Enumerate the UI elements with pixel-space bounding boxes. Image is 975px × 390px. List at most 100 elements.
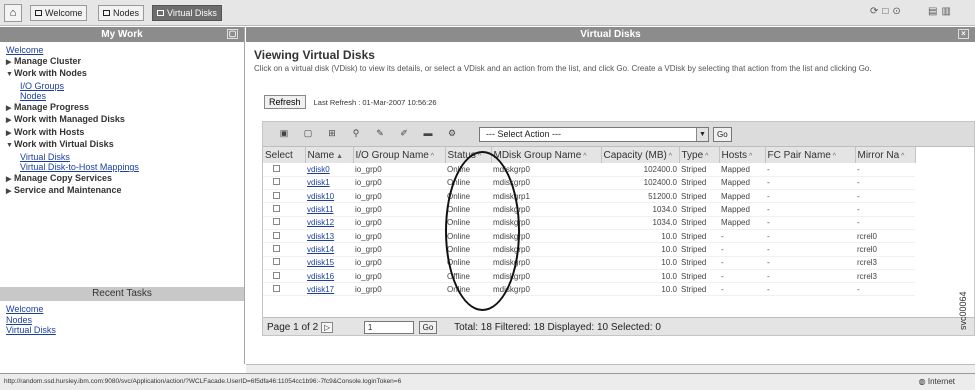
capacity-cell: 10.0 xyxy=(601,229,679,244)
mirror-cell: rcrel0 xyxy=(855,229,915,244)
horizontal-scrollbar[interactable] xyxy=(246,364,975,373)
column-header[interactable]: Name ▲ xyxy=(305,147,354,163)
tab-welcome[interactable]: Welcome xyxy=(30,5,88,21)
nav-managed-disks[interactable]: ▶ Work with Managed Disks xyxy=(6,114,238,127)
vdisk-name-link[interactable]: vdisk10 xyxy=(307,192,334,201)
nav-manage-progress[interactable]: ▶ Manage Progress xyxy=(6,102,238,115)
close-icon[interactable]: × xyxy=(958,29,969,39)
row-checkbox[interactable] xyxy=(273,271,280,279)
column-header-label: MDisk Group Name xyxy=(493,149,582,161)
nav-io-groups[interactable]: I/O Groups xyxy=(6,81,238,92)
select-all-icon[interactable]: ▣ xyxy=(277,127,291,141)
nav-manage-cluster[interactable]: ▶ Manage Cluster xyxy=(6,56,238,69)
nav-welcome[interactable]: Welcome xyxy=(6,45,238,56)
nav-service-maintenance[interactable]: ▶ Service and Maintenance xyxy=(6,185,238,198)
collapse-icon[interactable]: ▢ xyxy=(227,29,238,39)
row-checkbox[interactable] xyxy=(273,244,280,252)
column-header[interactable]: Type ^ xyxy=(679,147,720,163)
nav-virtual-disks-group[interactable]: ▼Work with Virtual Disks xyxy=(6,139,238,152)
tab-nodes[interactable]: Nodes xyxy=(98,5,145,21)
layout-icons[interactable]: ▤▥ xyxy=(928,6,955,17)
go-button[interactable]: Go xyxy=(713,127,732,142)
page-number-input[interactable]: 1 xyxy=(363,320,414,334)
filter-icon[interactable]: ⚲ xyxy=(349,127,363,141)
recent-virtual-disks[interactable]: Virtual Disks xyxy=(6,325,238,336)
name-cell[interactable]: vdisk1 xyxy=(305,176,353,191)
capacity-cell: 10.0 xyxy=(601,269,679,284)
select-cell xyxy=(263,229,305,244)
vdisk-name-link[interactable]: vdisk1 xyxy=(307,178,330,187)
hosts-cell: Mapped xyxy=(719,189,765,204)
row-checkbox[interactable] xyxy=(273,258,280,266)
column-header[interactable]: FC Pair Name ^ xyxy=(765,147,856,163)
nav-nodes[interactable]: Nodes xyxy=(6,91,238,102)
column-header[interactable]: Hosts ^ xyxy=(719,147,766,163)
column-header[interactable]: Select xyxy=(263,147,306,163)
nav-tree: Welcome ▶ Manage Cluster ▼Work with Nodes… xyxy=(0,42,244,201)
vdisk-name-link[interactable]: vdisk14 xyxy=(307,245,334,254)
nav-hosts[interactable]: ▶ Work with Hosts xyxy=(6,127,238,140)
column-header[interactable]: MDisk Group Name ^ xyxy=(491,147,602,163)
refresh-button[interactable]: Refresh xyxy=(264,95,306,109)
show-filter-icon[interactable]: ⊞ xyxy=(325,127,339,141)
nav-copy-services[interactable]: ▶ Manage Copy Services xyxy=(6,173,238,186)
nav-virtual-disks[interactable]: Virtual Disks xyxy=(6,152,238,163)
sort-icon[interactable]: ^ xyxy=(429,153,434,160)
name-cell[interactable]: vdisk11 xyxy=(305,202,353,217)
row-checkbox[interactable] xyxy=(273,231,280,239)
nav-vdisk-host-mappings[interactable]: Virtual Disk-to-Host Mappings xyxy=(6,162,238,173)
edit-sort-icon[interactable]: ✎ xyxy=(373,127,387,141)
column-header[interactable]: Capacity (MB) ^ xyxy=(601,147,680,163)
row-checkbox[interactable] xyxy=(273,284,280,292)
collapse-table-icon[interactable]: ▬ xyxy=(421,127,435,141)
column-header-label: FC Pair Name xyxy=(767,149,831,161)
column-header[interactable]: I/O Group Name ^ xyxy=(353,147,446,163)
sort-icon[interactable]: ^ xyxy=(831,153,836,160)
sort-icon[interactable]: ^ xyxy=(667,153,672,160)
sort-icon[interactable]: ^ xyxy=(899,153,904,160)
tab-virtual-disks[interactable]: Virtual Disks xyxy=(152,5,222,21)
column-settings-icon[interactable]: ⚙ xyxy=(445,127,459,141)
name-cell[interactable]: vdisk10 xyxy=(305,189,353,204)
window-controls-icons[interactable]: ⟳□⊙ xyxy=(870,6,905,17)
name-cell[interactable]: vdisk0 xyxy=(305,163,353,177)
sort-icon[interactable]: ^ xyxy=(703,153,708,160)
recent-nodes[interactable]: Nodes xyxy=(6,315,238,326)
row-checkbox[interactable] xyxy=(273,178,280,186)
vdisk-name-link[interactable]: vdisk11 xyxy=(307,205,334,214)
row-checkbox[interactable] xyxy=(273,205,280,213)
vdisk-name-link[interactable]: vdisk16 xyxy=(307,272,334,281)
deselect-all-icon[interactable]: ▢ xyxy=(301,127,315,141)
mirror-cell: - xyxy=(855,163,915,177)
vdisk-name-link[interactable]: vdisk0 xyxy=(307,165,330,174)
select-action-dropdown[interactable]: --- Select Action --- ▼ xyxy=(479,127,709,142)
mirror-cell: - xyxy=(855,282,915,297)
row-checkbox[interactable] xyxy=(273,218,280,226)
nav-work-with-nodes[interactable]: ▼Work with Nodes xyxy=(6,68,238,81)
name-cell[interactable]: vdisk13 xyxy=(305,229,353,244)
name-cell[interactable]: vdisk15 xyxy=(305,256,353,270)
sort-ascending-icon[interactable]: ▲ xyxy=(334,153,343,160)
sort-icon[interactable]: ^ xyxy=(747,153,752,160)
next-page-icon[interactable]: ▷ xyxy=(320,322,334,333)
vdisk-name-link[interactable]: vdisk13 xyxy=(307,232,334,241)
name-cell[interactable]: vdisk14 xyxy=(305,242,353,257)
column-header-label: I/O Group Name xyxy=(355,149,429,161)
vdisk-name-link[interactable]: vdisk12 xyxy=(307,218,334,227)
sort-icon[interactable]: ^ xyxy=(581,153,586,160)
recent-welcome[interactable]: Welcome xyxy=(6,304,238,315)
row-checkbox[interactable] xyxy=(273,164,280,172)
name-cell[interactable]: vdisk16 xyxy=(305,269,353,284)
row-checkbox[interactable] xyxy=(273,191,280,199)
fc-pair-cell: - xyxy=(765,269,855,284)
vdisk-name-link[interactable]: vdisk17 xyxy=(307,285,334,294)
name-cell[interactable]: vdisk17 xyxy=(305,282,353,297)
clear-sort-icon[interactable]: ✐ xyxy=(397,127,411,141)
page-go-button[interactable]: Go xyxy=(418,320,438,334)
column-header[interactable]: Mirror Na ^ xyxy=(855,147,916,163)
name-cell[interactable]: vdisk12 xyxy=(305,216,353,230)
chevron-down-icon[interactable]: ▼ xyxy=(696,128,708,141)
nav-label: Work with Managed Disks xyxy=(14,114,125,124)
home-icon[interactable]: ⌂ xyxy=(4,4,22,22)
vdisk-name-link[interactable]: vdisk15 xyxy=(307,258,334,267)
